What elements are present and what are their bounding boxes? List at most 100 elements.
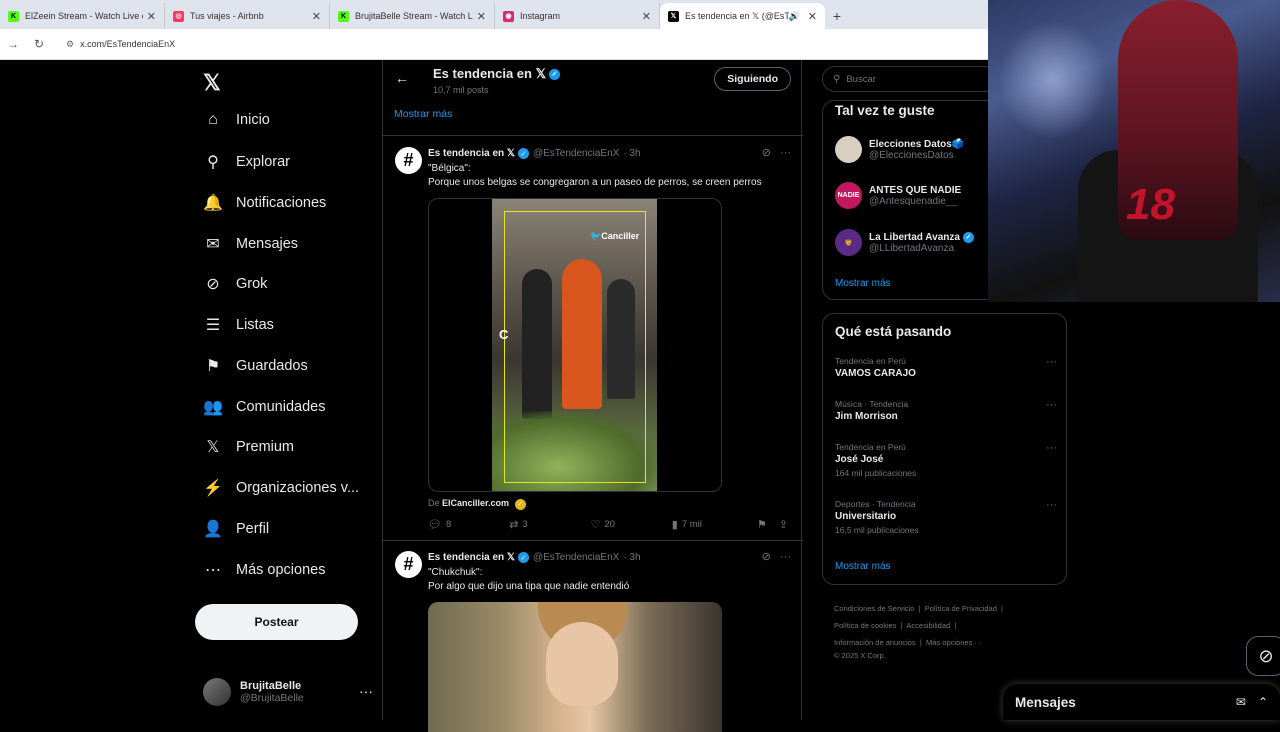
views-button[interactable]: ▮ 7 mil — [672, 518, 757, 531]
nav-label: Perfil — [236, 521, 270, 537]
more-icon[interactable]: ··· — [1046, 499, 1057, 511]
footer-link[interactable]: Condiciones de Servicio — [834, 604, 914, 613]
reply-button[interactable]: 💬︎ 8 — [428, 518, 509, 531]
nav-home[interactable]: ⌂ Inicio — [203, 111, 270, 129]
browser-tab[interactable]: K ElZeein Stream - Watch Live on ✕ — [0, 3, 165, 29]
nav-explore[interactable]: ⚲ Explorar — [203, 152, 290, 172]
show-more-link[interactable]: Mostrar más — [835, 561, 891, 572]
post-button[interactable]: Postear — [195, 604, 358, 640]
close-icon[interactable]: ✕ — [642, 10, 651, 23]
browser-tab[interactable]: ◎ Tus viajes - Airbnb ✕ — [165, 3, 330, 29]
bookmark-button[interactable]: ⚑ — [757, 518, 779, 531]
close-icon[interactable]: ✕ — [477, 10, 486, 23]
reload-icon[interactable]: ↻ — [26, 37, 52, 51]
grok-icon[interactable]: ⊘ — [762, 551, 771, 563]
close-icon[interactable]: ✕ — [312, 10, 321, 23]
x-icon: 𝕏 — [668, 10, 679, 22]
messages-dock[interactable]: Mensajes ✉ ⌃ — [1003, 684, 1280, 720]
nav-bookmarks[interactable]: ⚑ Guardados — [203, 356, 308, 376]
nav-lists[interactable]: ☰ Listas — [203, 315, 274, 335]
nav-grok[interactable]: ⊘ Grok — [203, 274, 267, 294]
name-text: La Libertad Avanza — [869, 231, 960, 243]
webcam-overlay: 18 — [988, 0, 1280, 302]
hashtag-avatar-icon[interactable]: # — [395, 147, 422, 174]
trend-item[interactable]: Música · Tendencia Jim Morrison ··· — [835, 399, 1057, 422]
close-icon[interactable]: ✕ — [808, 10, 817, 23]
browser-tab[interactable]: ◉ Instagram ✕ — [495, 3, 660, 29]
author-handle[interactable]: @EsTendenciaEnX — [533, 148, 619, 159]
back-arrow-icon[interactable]: ← — [395, 70, 409, 86]
x-logo-icon[interactable]: 𝕏 — [203, 70, 221, 96]
grok-float-button[interactable]: ⊘ — [1246, 636, 1280, 676]
tweet-time[interactable]: · 3h — [623, 552, 640, 563]
author-handle[interactable]: @EsTendenciaEnX — [533, 552, 619, 563]
search-icon: ⚲ — [833, 73, 841, 85]
trend-context: Tendencia en Perú — [835, 356, 906, 366]
footer-link[interactable]: Información de anuncios — [834, 638, 916, 647]
new-tab-button[interactable]: + — [825, 3, 849, 29]
like-count: 20 — [604, 519, 615, 530]
trend-item[interactable]: Tendencia en Perú VAMOS CARAJO ··· — [835, 356, 1057, 379]
like-button[interactable]: ♡ 20 — [591, 518, 672, 531]
trend-item[interactable]: Tendencia en Perú José José 164 mil publ… — [835, 442, 1057, 478]
forward-icon[interactable]: → — [0, 37, 26, 51]
browser-tab[interactable]: K BrujitaBelle Stream - Watch Live ✕ — [330, 3, 495, 29]
chevron-up-icon[interactable]: ⌃ — [1258, 695, 1268, 709]
suggestion-handle: @LLibertadAvanza — [869, 242, 955, 254]
tweet[interactable]: # Es tendencia en 𝕏 ✓ @EsTendenciaEnX · … — [383, 541, 803, 732]
site-info-icon[interactable]: ⚙ — [66, 39, 74, 50]
footer-link[interactable]: Política de Privacidad — [925, 604, 997, 613]
tweet-video[interactable]: 🐦Canciller C — [428, 198, 722, 492]
tweet[interactable]: # Es tendencia en 𝕏 ✓ @EsTendenciaEnX · … — [383, 136, 803, 540]
suggestion-item[interactable]: Elecciones Datos🗳️ @EleccionesDatos — [835, 136, 964, 163]
page-title: Es tendencia en 𝕏 ✓ — [433, 66, 561, 82]
more-icon[interactable]: ··· — [359, 683, 373, 699]
account-handle: @BrujitaBelle — [240, 692, 304, 704]
nav-more[interactable]: ⋯ Más opciones — [203, 560, 325, 580]
nav-premium[interactable]: 𝕏 Premium — [203, 437, 294, 457]
nav-notifications[interactable]: 🔔 Notificaciones — [203, 193, 326, 213]
tweet-actions: 💬︎ 8 ⇄ 3 ♡ 20 ▮ 7 mil ⚑ ⇪ — [428, 518, 792, 531]
tweet-time[interactable]: · 3h — [623, 148, 640, 159]
grok-icon[interactable]: ⊘ — [762, 147, 771, 159]
post-count: 10,7 mil posts — [433, 85, 489, 95]
show-more-link[interactable]: Mostrar más — [394, 108, 452, 120]
trend-item[interactable]: Deportes · Tendencia Universitario 16,5 … — [835, 499, 1057, 535]
url-field[interactable]: ⚙ x.com/EsTendenciaEnX — [66, 39, 175, 50]
hashtag-avatar-icon[interactable]: # — [395, 551, 422, 578]
footer-link[interactable]: Política de cookies — [834, 621, 897, 630]
footer-link[interactable]: Más opciones ··· — [926, 638, 982, 647]
account-switcher[interactable]: BrujitaBelle @BrujitaBelle ··· — [203, 675, 373, 709]
close-icon[interactable]: ✕ — [147, 10, 156, 23]
nav-label: Mensajes — [236, 236, 299, 252]
suggestion-item[interactable]: 🦁 La Libertad Avanza ✓ @LLibertadAvanza — [835, 229, 974, 256]
more-icon[interactable]: ··· — [780, 551, 791, 563]
nav-label: Organizaciones v... — [236, 480, 360, 496]
profile-icon: 👤 — [203, 521, 223, 538]
more-icon[interactable]: ··· — [780, 147, 791, 159]
address-bar: → ↻ ⚙ x.com/EsTendenciaEnX — [0, 29, 988, 60]
repost-button[interactable]: ⇄ 3 — [509, 518, 590, 531]
tweet-photo[interactable] — [428, 602, 722, 732]
nav-communities[interactable]: 👥 Comunidades — [203, 397, 325, 417]
media-source[interactable]: De ElCanciller.com ✓ — [428, 498, 526, 510]
speaker-icon[interactable]: 🔊 — [789, 11, 800, 22]
more-icon[interactable]: ··· — [1046, 356, 1057, 368]
show-more-link[interactable]: Mostrar más — [835, 278, 891, 289]
share-button[interactable]: ⇪ — [779, 518, 792, 531]
bell-icon: 🔔 — [203, 195, 223, 212]
nav-profile[interactable]: 👤 Perfil — [203, 519, 269, 539]
new-message-icon[interactable]: ✉ — [1236, 695, 1246, 709]
suggestion-item[interactable]: NADIE ANTES QUE NADIE @Antesquenadie__ — [835, 182, 961, 209]
browser-tab-active[interactable]: 𝕏 Es tendencia en 𝕏 (@EsTen 🔊 ✕ — [660, 3, 825, 29]
tweet-text: "Bélgica": Porque unos belgas se congreg… — [428, 162, 762, 190]
nav-messages[interactable]: ✉ Mensajes — [203, 234, 298, 254]
following-button[interactable]: Siguiendo — [714, 67, 791, 91]
author-name[interactable]: Es tendencia en 𝕏 — [428, 148, 515, 159]
footer-link[interactable]: Accesibilidad — [906, 621, 950, 630]
more-icon[interactable]: ··· — [1046, 442, 1057, 454]
nav-organizations[interactable]: ⚡ Organizaciones v... — [203, 478, 359, 498]
author-name[interactable]: Es tendencia en 𝕏 — [428, 552, 515, 563]
more-icon[interactable]: ··· — [1046, 399, 1057, 411]
grok-icon: ⊘ — [206, 276, 220, 293]
